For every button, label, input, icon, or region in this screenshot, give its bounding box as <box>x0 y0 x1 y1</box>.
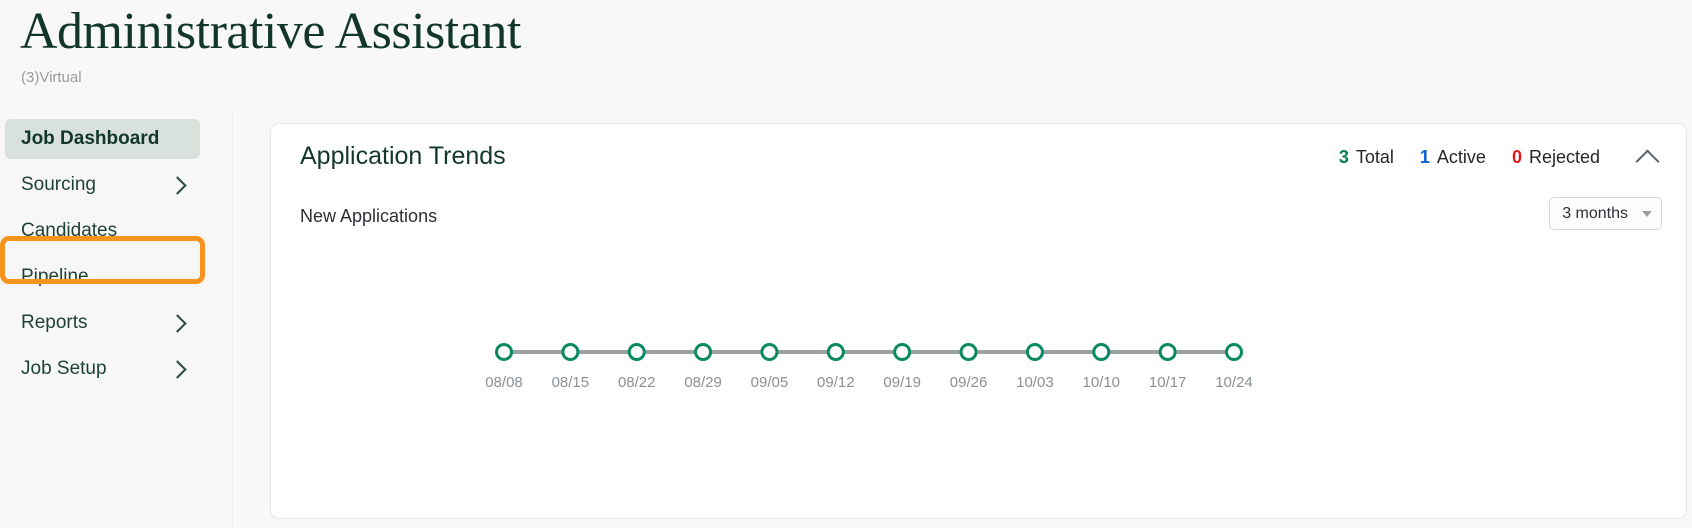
sidebar-item-candidates[interactable]: Candidates <box>5 211 200 251</box>
sidebar-item-label: Reports <box>21 312 88 333</box>
chart-data-point[interactable] <box>760 343 779 361</box>
chart-x-tick-label: 08/15 <box>552 374 590 391</box>
chart-data-point[interactable] <box>826 343 845 361</box>
chart-data-point[interactable] <box>495 343 513 361</box>
sidebar-item-label: Job Dashboard <box>21 128 160 149</box>
page-subtitle: (3)Virtual <box>21 69 82 86</box>
sidebar: Job Dashboard Sourcing Candidates Pipeli… <box>0 110 233 528</box>
caret-down-icon <box>1642 210 1652 217</box>
chart-data-point[interactable] <box>959 343 978 361</box>
stat-total-value: 3 <box>1338 147 1349 167</box>
chart-data-point[interactable] <box>694 343 713 361</box>
date-range-select[interactable]: 3 months <box>1549 197 1662 230</box>
stat-rejected: 0 Rejected <box>1512 145 1600 169</box>
page-header: Administrative Assistant (3)Virtual <box>0 0 1692 110</box>
sidebar-item-label: Sourcing <box>21 174 96 195</box>
chart-series-label: New Applications <box>300 206 438 226</box>
date-range-value: 3 months <box>1562 204 1628 222</box>
stat-total-label: Total <box>1355 147 1394 167</box>
sidebar-item-sourcing[interactable]: Sourcing <box>5 165 200 205</box>
stat-total: 3 Total <box>1339 145 1394 169</box>
collapse-card-button[interactable] <box>1631 142 1663 174</box>
chart-x-tick-label: 09/26 <box>950 374 988 391</box>
chart-data-point[interactable] <box>1025 343 1044 361</box>
chart-x-tick-label: 10/24 <box>1215 374 1253 391</box>
sidebar-item-label: Pipeline <box>21 266 89 287</box>
chart-svg: 08/08 08/15 08/22 08/29 09/05 09/12 09/19 09/26… <box>485 343 1253 391</box>
chart-data-point[interactable] <box>1225 343 1243 361</box>
sidebar-item-label: Job Setup <box>21 358 107 379</box>
chart-data-point[interactable] <box>1092 343 1111 361</box>
sidebar-item-label: Candidates <box>21 220 118 241</box>
chart-x-tick-label: 09/05 <box>751 374 789 391</box>
stat-rejected-label: Rejected <box>1528 147 1600 167</box>
chart-x-tick-label: 08/22 <box>618 374 656 391</box>
page-title: Administrative Assistant <box>20 3 521 60</box>
sidebar-item-job-setup[interactable]: Job Setup <box>5 349 200 389</box>
chart-x-tick-label: 08/29 <box>684 374 722 391</box>
chart-data-point[interactable] <box>1158 343 1177 361</box>
chart-x-tick-label: 09/19 <box>883 374 921 391</box>
chevron-right-icon <box>168 175 187 195</box>
sidebar-item-pipeline[interactable]: Pipeline <box>5 257 200 297</box>
sidebar-item-job-dashboard[interactable]: Job Dashboard <box>5 119 200 159</box>
chart-data-point[interactable] <box>893 343 912 361</box>
chart-data-point[interactable] <box>561 343 580 361</box>
card-stats: 3 Total 1 Active 0 Rejected <box>1339 145 1600 169</box>
chart-x-tick-label: 08/08 <box>485 374 523 391</box>
stat-rejected-value: 0 <box>1511 147 1522 167</box>
chart-x-tick-label: 09/12 <box>817 374 855 391</box>
stat-active-value: 1 <box>1419 147 1430 167</box>
stat-active: 1 Active <box>1420 145 1486 169</box>
card-title: Application Trends <box>300 142 506 170</box>
chart-x-tick-label: 10/10 <box>1082 374 1120 391</box>
application-trends-chart: 08/08 08/15 08/22 08/29 09/05 09/12 09/19 09/26… <box>271 239 1688 520</box>
chart-data-point[interactable] <box>627 343 646 361</box>
chart-x-tick-label: 10/17 <box>1149 374 1187 391</box>
chevron-up-icon <box>1634 148 1660 174</box>
application-trends-card: Application Trends 3 Total 1 Active 0 Re… <box>270 123 1687 519</box>
chart-x-tick-label: 10/03 <box>1016 374 1054 391</box>
chevron-right-icon <box>168 359 187 379</box>
chevron-right-icon <box>168 313 187 333</box>
sidebar-item-reports[interactable]: Reports <box>5 303 200 343</box>
stat-active-label: Active <box>1436 147 1486 167</box>
